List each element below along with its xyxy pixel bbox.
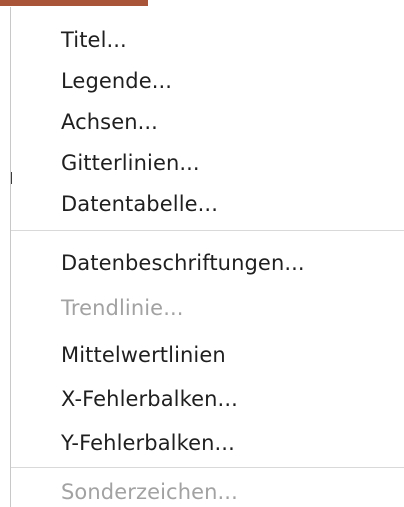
- menu-item-titel[interactable]: Titel...: [61, 20, 127, 60]
- menu-item-mittelwertlinien[interactable]: Mittelwertlinien: [61, 335, 226, 375]
- chart-insert-context-menu: Titel... Legende... Achsen... Gitterlini…: [10, 7, 404, 507]
- border-mark: [11, 172, 12, 184]
- menu-separator: [11, 467, 404, 468]
- menu-item-x-fehlerbalken[interactable]: X-Fehlerbalken...: [61, 379, 238, 419]
- menu-item-sonderzeichen: Sonderzeichen...: [61, 480, 238, 504]
- window-accent-bar: [0, 0, 148, 6]
- menu-item-datentabelle[interactable]: Datentabelle...: [61, 184, 218, 224]
- menu-item-datenbeschriftungen[interactable]: Datenbeschriftungen...: [61, 243, 305, 283]
- menu-separator: [11, 230, 404, 231]
- menu-item-gitterlinien[interactable]: Gitterlinien...: [61, 143, 200, 183]
- menu-item-trendlinie: Trendlinie...: [61, 296, 184, 320]
- menu-item-y-fehlerbalken[interactable]: Y-Fehlerbalken...: [61, 423, 235, 463]
- menu-item-achsen[interactable]: Achsen...: [61, 102, 158, 142]
- menu-item-legende[interactable]: Legende...: [61, 61, 172, 101]
